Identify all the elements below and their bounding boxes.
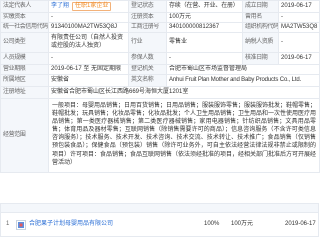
legal-rep-label: 法定代表人 bbox=[0, 0, 49, 13]
former-name-label: 曾用名 bbox=[242, 12, 279, 23]
insured-value: - bbox=[166, 52, 243, 65]
address-label: 注册地址 bbox=[0, 86, 49, 99]
reg-capital-value: 100万元 bbox=[166, 12, 243, 23]
address-value: 安徽省合肥市蜀山区长江西路669号海恒大厦1201室 bbox=[48, 86, 320, 99]
company-type-value: 有限责任公司（自然人投资或控股的法人独资） bbox=[48, 32, 129, 53]
scope-label: 经营范围 bbox=[0, 98, 49, 173]
term-label: 营业期限 bbox=[0, 64, 49, 75]
founded-value: 2019-06-17 bbox=[278, 0, 320, 13]
region-value: 安徽省 bbox=[48, 74, 129, 87]
credit-code-label: 统一社会信用代码 bbox=[0, 22, 49, 33]
info-row: 所属地区 安徽省 英文名称 Anhui Fruit Plan Mother an… bbox=[0, 74, 320, 87]
region-label: 所属地区 bbox=[0, 74, 49, 87]
company-logo-icon bbox=[16, 220, 26, 230]
investment-amount: 100万元 bbox=[231, 221, 254, 227]
founded-label: 成立日期 bbox=[242, 0, 279, 13]
authority-value: 合肥市蜀山区市场监督管理局 bbox=[166, 64, 320, 75]
credit-code-value: 91340100MA2TW53Q8J bbox=[48, 22, 129, 33]
info-row: 经营范围 一般项目：母婴用品销售；日用百货销售；日用品销售；服装服饰零售；服装服… bbox=[0, 98, 320, 173]
company-type-label: 公司类型 bbox=[0, 32, 49, 53]
org-code-label: 组织机构代码 bbox=[242, 22, 279, 33]
reg-no-label: 工商注册号 bbox=[128, 22, 167, 33]
legal-rep-link[interactable]: 李了翔 bbox=[51, 3, 69, 9]
paid-capital-value: - bbox=[48, 12, 129, 23]
company-info-table: 法定代表人 李了翔 任职1家企业 登记状态 存续（在营、开业、在册） 成立日期 2… bbox=[0, 0, 320, 173]
investment-table-header bbox=[0, 203, 319, 213]
taxpayer-value: - bbox=[278, 32, 320, 53]
industry-value: 零售业 bbox=[166, 32, 243, 53]
reg-no-value: 340100000812367 bbox=[166, 22, 243, 33]
former-name-value: - bbox=[278, 12, 320, 23]
scope-value: 一般项目：母婴用品销售；日用百货销售；日用品销售；服装服饰零售；服装服饰批发；鞋… bbox=[48, 98, 320, 173]
info-row: 人员规模 - 参保人数 - 核准日期 2019-06-17 bbox=[0, 52, 320, 65]
reg-capital-label: 注册资本 bbox=[128, 12, 167, 23]
industry-label: 行业 bbox=[128, 32, 167, 53]
info-row: 统一社会信用代码 91340100MA2TW53Q8J 工商注册号 340100… bbox=[0, 22, 320, 33]
staff-size-label: 人员规模 bbox=[0, 52, 49, 65]
insured-label: 参保人数 bbox=[128, 52, 167, 65]
paid-capital-label: 实缴资本 bbox=[0, 12, 49, 23]
info-row: 营业期限 2019-06-17 至 无固定期限 登记机关 合肥市蜀山区市场监督管… bbox=[0, 64, 320, 75]
approved-value: 2019-06-17 bbox=[278, 52, 320, 65]
info-row: 公司类型 有限责任公司（自然人投资或控股的法人独资） 行业 零售业 纳税人资质 … bbox=[0, 32, 320, 53]
info-row: 法定代表人 李了翔 任职1家企业 登记状态 存续（在营、开业、在册） 成立日期 2… bbox=[0, 0, 320, 13]
staff-size-value: - bbox=[48, 52, 129, 65]
legal-rep-cell: 李了翔 任职1家企业 bbox=[48, 0, 129, 13]
investment-company-link[interactable]: 合肥果子计划母婴用品有限公司 bbox=[29, 213, 113, 236]
approved-label: 核准日期 bbox=[242, 52, 279, 65]
info-row: 实缴资本 - 注册资本 100万元 曾用名 - bbox=[0, 12, 320, 23]
english-name-label: 英文名称 bbox=[128, 74, 167, 87]
investment-ratio: 100% bbox=[204, 221, 220, 227]
english-name-value: Anhui Fruit Plan Mother and Baby Product… bbox=[166, 74, 320, 87]
table-row[interactable]: 1 合肥果子计划母婴用品有限公司 100% 100万元 2019-06-17 bbox=[0, 213, 319, 237]
legal-rep-tag[interactable]: 任职1家企业 bbox=[72, 2, 112, 11]
authority-label: 登记机关 bbox=[128, 64, 167, 75]
status-value: 存续（在营、开业、在册） bbox=[166, 0, 243, 13]
term-value: 2019-06-17 至 无固定期限 bbox=[48, 64, 129, 75]
taxpayer-label: 纳税人资质 bbox=[242, 32, 279, 53]
investment-date: 2019-06-17 bbox=[285, 221, 316, 227]
org-code-value: MA2TW53Q8 bbox=[278, 22, 320, 33]
info-row: 注册地址 安徽省合肥市蜀山区长江西路669号海恒大厦1201室 bbox=[0, 86, 320, 99]
status-label: 登记状态 bbox=[128, 0, 167, 13]
row-index: 1 bbox=[6, 221, 10, 227]
